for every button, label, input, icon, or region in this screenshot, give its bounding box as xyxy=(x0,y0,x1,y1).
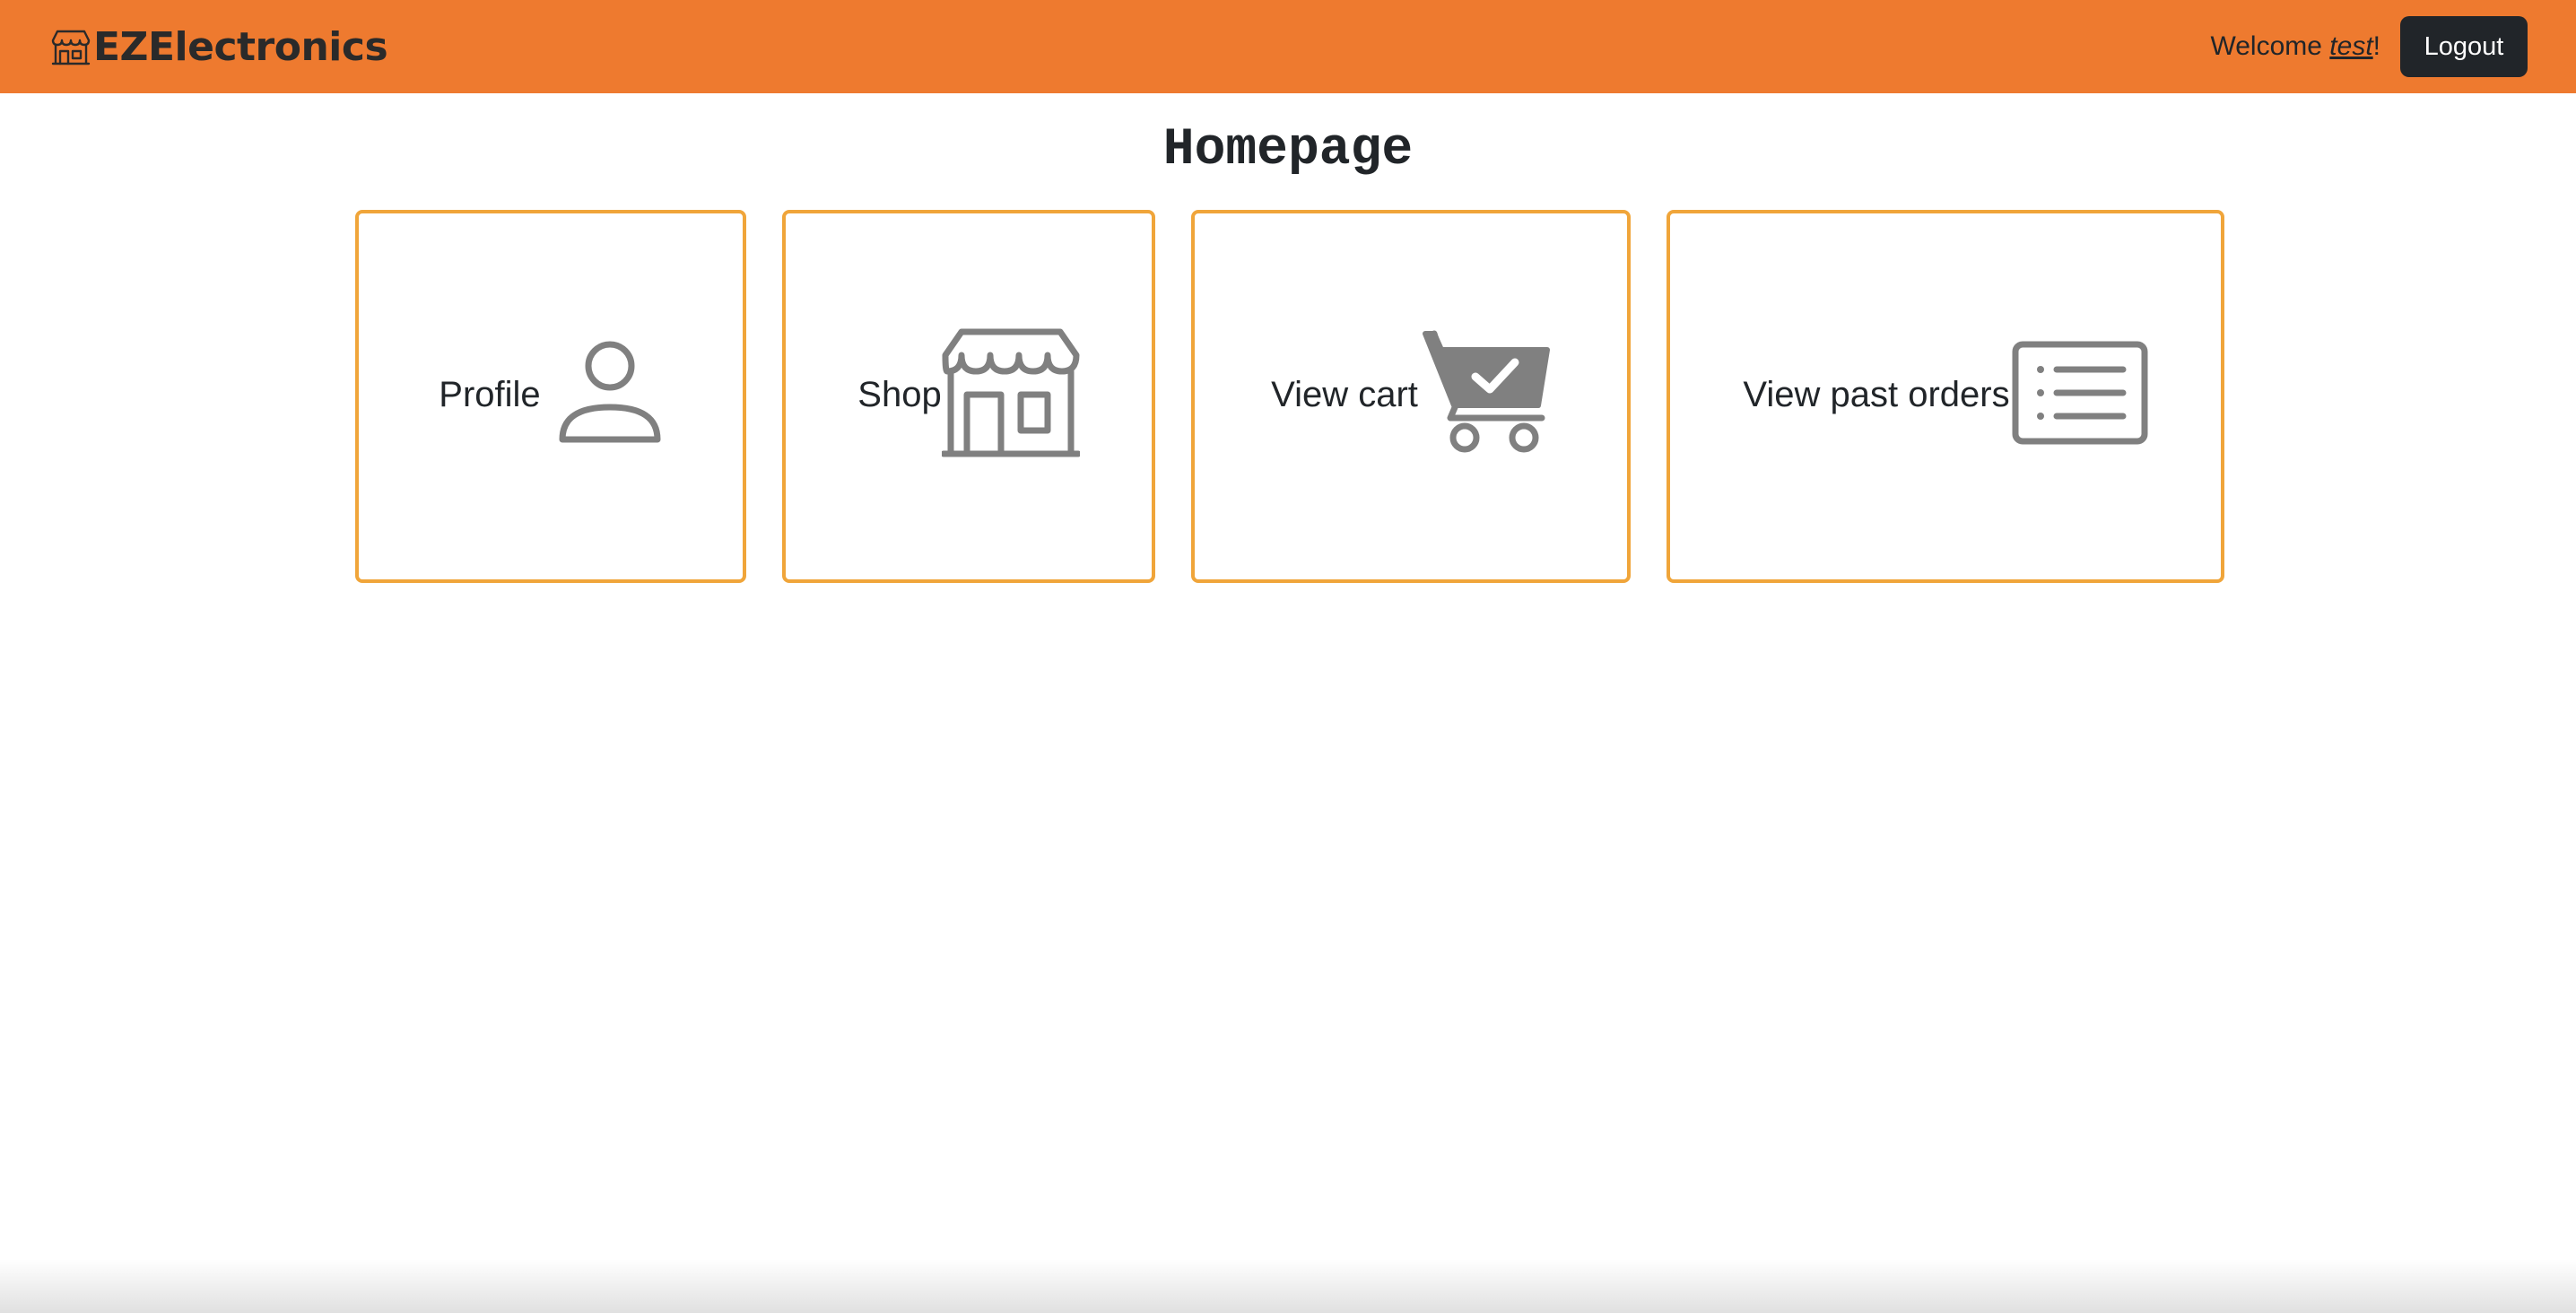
profile-card-label: Profile xyxy=(439,374,541,414)
cart-check-icon xyxy=(1422,328,1551,462)
shop-icon xyxy=(940,328,1082,462)
welcome-message: Welcome test! xyxy=(2210,31,2380,62)
welcome-suffix: ! xyxy=(2372,31,2380,61)
brand-name: EZElectronics xyxy=(93,23,388,70)
profile-card[interactable]: Profile xyxy=(355,210,746,583)
user-area: Welcome test! Logout xyxy=(2210,16,2528,77)
view-past-orders-card-label: View past orders xyxy=(1743,374,2010,414)
bottom-shadow xyxy=(0,1259,2576,1313)
brand-link[interactable]: EZElectronics xyxy=(50,22,388,72)
top-navbar: EZElectronics Welcome test! Logout xyxy=(0,0,2576,93)
username: test xyxy=(2329,31,2373,61)
view-cart-card-label: View cart xyxy=(1271,374,1418,414)
view-cart-card[interactable]: View cart xyxy=(1191,210,1631,583)
page-title: Homepage xyxy=(1162,121,1414,179)
store-icon xyxy=(50,26,91,67)
welcome-prefix: Welcome xyxy=(2210,31,2330,61)
shop-card[interactable]: Shop xyxy=(782,210,1155,583)
list-icon xyxy=(2012,341,2148,449)
shop-card-label: Shop xyxy=(857,374,942,414)
logout-button[interactable]: Logout xyxy=(2400,16,2528,77)
person-icon xyxy=(557,339,663,451)
view-past-orders-card[interactable]: View past orders xyxy=(1667,210,2224,583)
